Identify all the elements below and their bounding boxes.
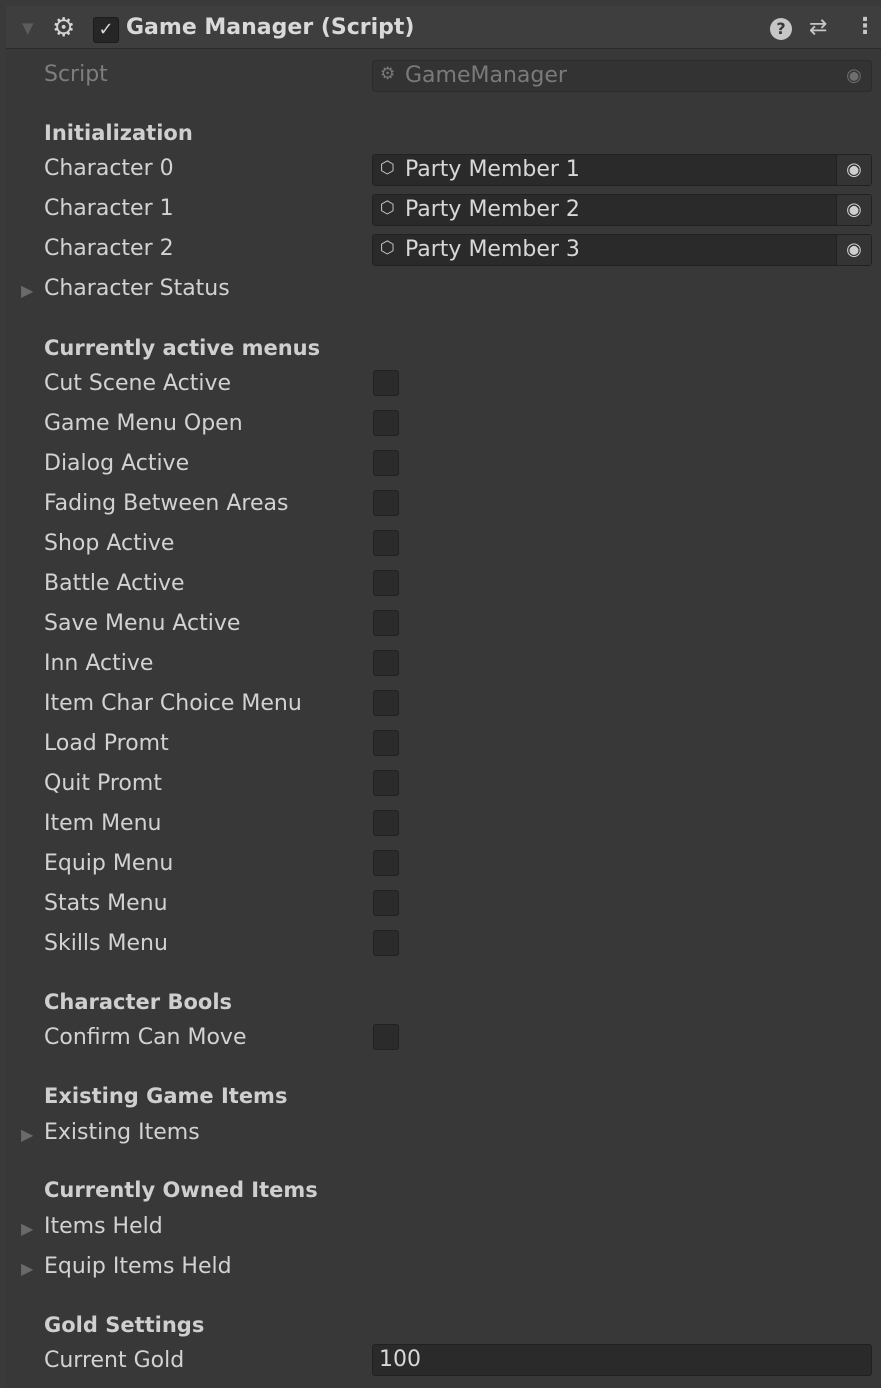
menu-toggle-label: Quit Promt (44, 771, 162, 796)
menu-toggle-label: Shop Active (44, 531, 175, 556)
skills-menu-checkbox[interactable] (373, 930, 399, 956)
initialization-heading: Initialization (44, 121, 193, 145)
menu-toggle-label: Equip Menu (44, 851, 174, 876)
menu-toggle-label: Load Promt (44, 731, 169, 756)
shop-active-checkbox[interactable] (373, 530, 399, 556)
item-menu-checkbox[interactable] (373, 810, 399, 836)
menu-toggle-label: Game Menu Open (44, 411, 243, 436)
character-1-field[interactable]: ⬡ Party Member 2 ◉ (372, 194, 872, 226)
menu-toggle-label: Fading Between Areas (44, 491, 289, 516)
cut-scene-active-checkbox[interactable] (373, 370, 399, 396)
quit-promt-checkbox[interactable] (373, 770, 399, 796)
script-label: Script (44, 62, 108, 87)
menu-toggle-label: Skills Menu (44, 931, 168, 956)
menu-toggle-label: Battle Active (44, 571, 185, 596)
object-picker-icon[interactable]: ◉ (836, 195, 871, 225)
object-picker-icon[interactable]: ◉ (836, 235, 871, 265)
foldout-arrow-icon[interactable]: ▼ (22, 19, 34, 37)
menu-toggle-label: Inn Active (44, 651, 154, 676)
foldout-arrow-icon[interactable]: ▶ (21, 281, 33, 300)
character-0-label: Character 0 (44, 156, 174, 181)
character-2-value: Party Member 3 (405, 237, 580, 262)
foldout-arrow-icon[interactable]: ▶ (21, 1125, 33, 1144)
foldout-arrow-icon[interactable]: ▶ (21, 1259, 33, 1278)
menu-toggle-label: Dialog Active (44, 451, 190, 476)
confirm-can-move-label: Confirm Can Move (44, 1025, 247, 1050)
character-0-field[interactable]: ⬡ Party Member 1 ◉ (372, 154, 872, 186)
character-bools-heading: Character Bools (44, 990, 233, 1014)
equip-items-held-foldout[interactable]: Equip Items Held (44, 1254, 232, 1279)
script-object-icon: ⚙ (380, 64, 396, 84)
menu-toggle-label: Save Menu Active (44, 611, 241, 636)
menu-toggle-label: Item Char Choice Menu (44, 691, 302, 716)
prefab-icon: ⬡ (380, 158, 395, 178)
character-status-foldout[interactable]: Character Status (44, 276, 230, 301)
script-value: GameManager (405, 63, 567, 88)
item-char-choice-menu-checkbox[interactable] (373, 690, 399, 716)
foldout-arrow-icon[interactable]: ▶ (21, 1219, 33, 1238)
menu-toggle-label: Item Menu (44, 811, 162, 836)
object-picker-icon[interactable]: ◉ (836, 155, 871, 185)
prefab-icon: ⬡ (380, 238, 395, 258)
component-title: Game Manager (Script) (126, 15, 415, 40)
more-icon[interactable]: ⋮ (854, 14, 876, 39)
equip-menu-checkbox[interactable] (373, 850, 399, 876)
component-header[interactable]: ▼ ⚙ ✓ Game Manager (Script) ? ⇄ ⋮ (6, 6, 881, 49)
script-field: ⚙ GameManager ◉ (372, 60, 872, 92)
character-2-label: Character 2 (44, 236, 174, 261)
current-gold-label: Current Gold (44, 1348, 185, 1373)
component-enabled-checkbox[interactable]: ✓ (93, 17, 119, 43)
menus-heading: Currently active menus (44, 336, 321, 360)
character-1-label: Character 1 (44, 196, 174, 221)
battle-active-checkbox[interactable] (373, 570, 399, 596)
gold-settings-heading: Gold Settings (44, 1313, 205, 1337)
owned-items-heading: Currently Owned Items (44, 1178, 318, 1202)
load-promt-checkbox[interactable] (373, 730, 399, 756)
inn-active-checkbox[interactable] (373, 650, 399, 676)
current-gold-input[interactable]: 100 (372, 1344, 872, 1376)
character-2-field[interactable]: ⬡ Party Member 3 ◉ (372, 234, 872, 266)
fading-between-areas-checkbox[interactable] (373, 490, 399, 516)
save-menu-active-checkbox[interactable] (373, 610, 399, 636)
menu-toggle-label: Cut Scene Active (44, 371, 232, 396)
stats-menu-checkbox[interactable] (373, 890, 399, 916)
preset-icon[interactable]: ⇄ (809, 15, 827, 40)
script-gear-icon: ⚙ (52, 13, 76, 43)
existing-items-foldout[interactable]: Existing Items (44, 1120, 200, 1145)
game-menu-open-checkbox[interactable] (373, 410, 399, 436)
object-picker-icon: ◉ (846, 65, 862, 86)
character-1-value: Party Member 2 (405, 197, 580, 222)
menu-toggle-label: Stats Menu (44, 891, 168, 916)
confirm-can-move-checkbox[interactable] (373, 1024, 399, 1050)
dialog-active-checkbox[interactable] (373, 450, 399, 476)
current-gold-value: 100 (379, 1347, 421, 1372)
existing-game-items-heading: Existing Game Items (44, 1084, 288, 1108)
character-0-value: Party Member 1 (405, 157, 580, 182)
items-held-foldout[interactable]: Items Held (44, 1214, 163, 1239)
prefab-icon: ⬡ (380, 198, 395, 218)
help-icon[interactable]: ? (770, 18, 792, 40)
